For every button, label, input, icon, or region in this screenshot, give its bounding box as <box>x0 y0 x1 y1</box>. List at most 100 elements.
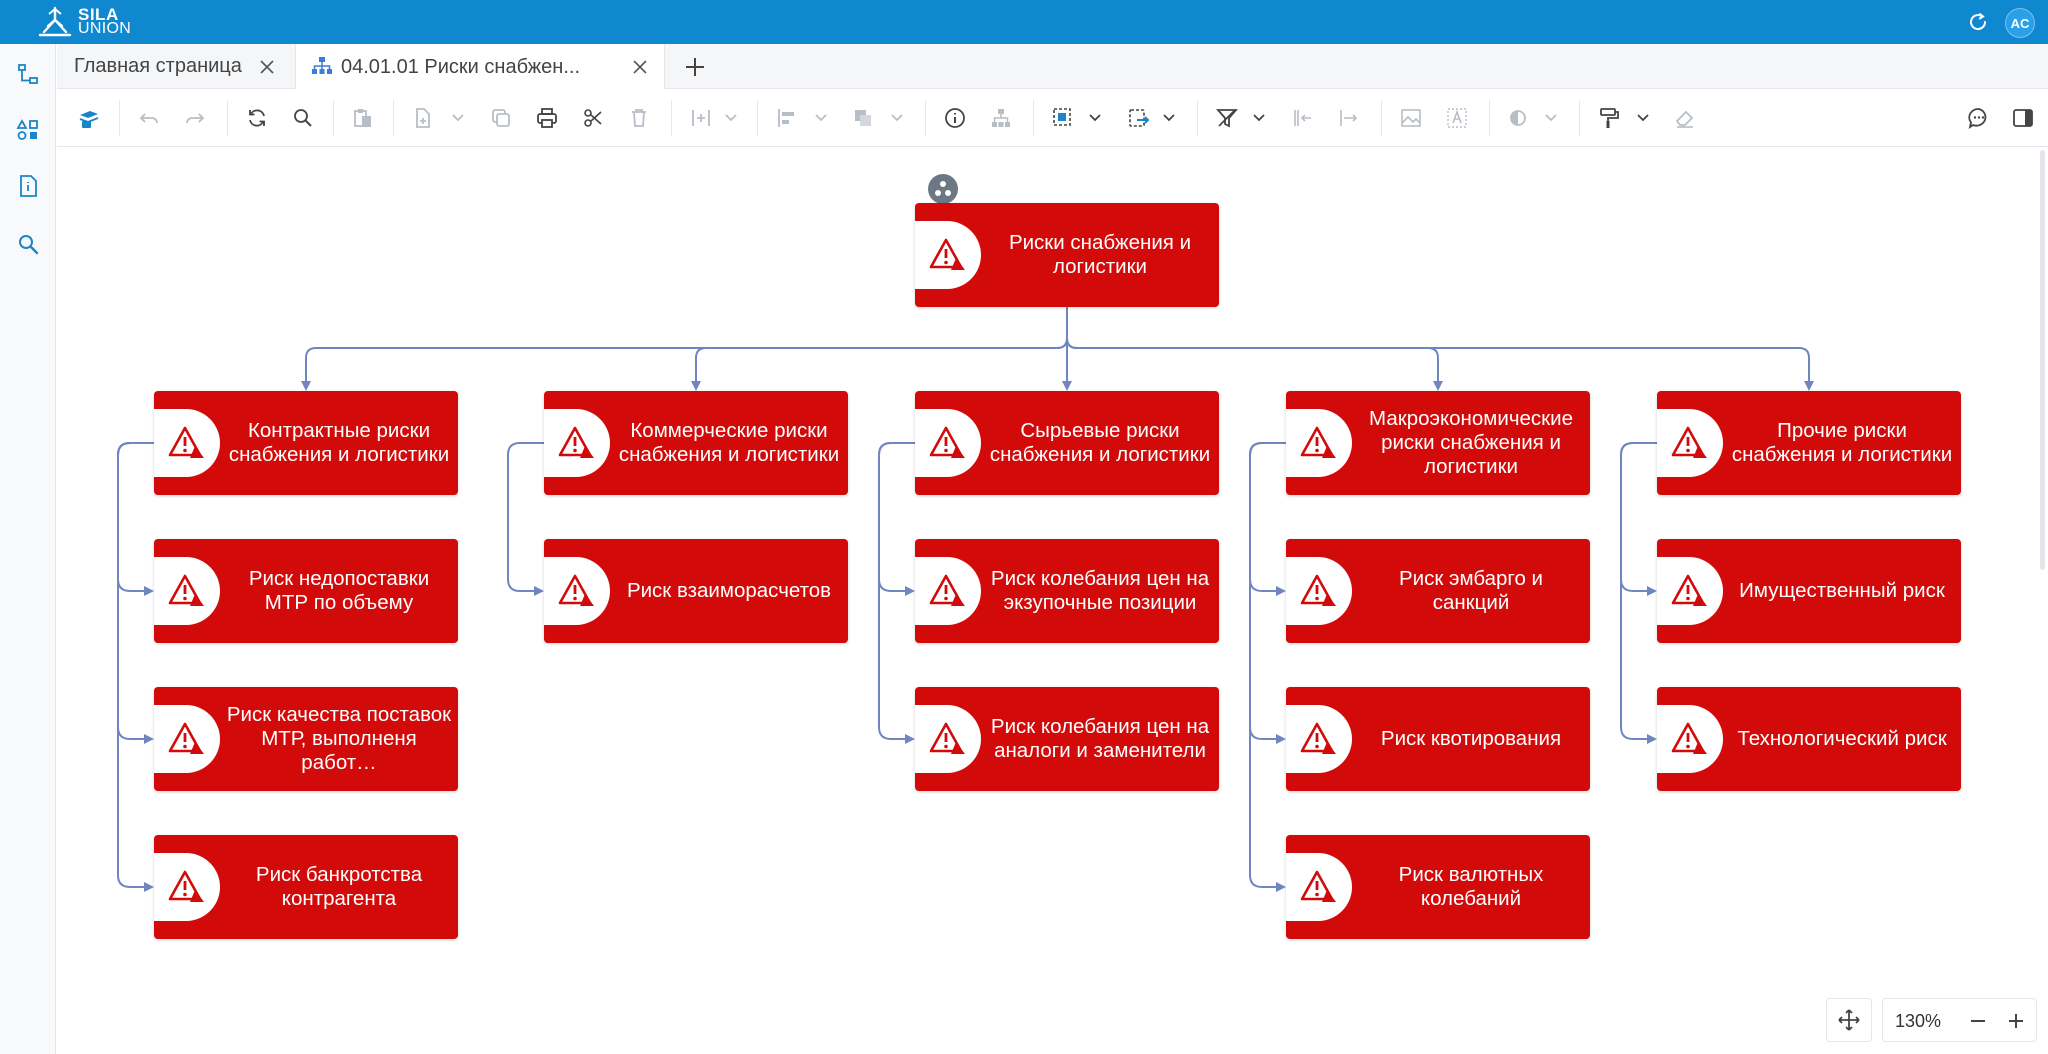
chevron-down-icon[interactable] <box>1161 109 1177 125</box>
eraser-icon[interactable] <box>1671 104 1699 132</box>
chevron-down-icon[interactable] <box>1087 109 1103 125</box>
shapes-icon[interactable] <box>14 116 42 144</box>
close-icon[interactable] <box>257 57 277 77</box>
shape-style-icon[interactable] <box>1505 104 1533 132</box>
risk-node[interactable]: Риск эмбарго и санкций <box>1286 539 1590 643</box>
risk-warning-icon <box>544 557 610 625</box>
export-icon[interactable] <box>1125 104 1153 132</box>
user-avatar[interactable]: AC <box>2005 8 2035 38</box>
filter-icon[interactable] <box>1213 104 1241 132</box>
chevron-down-icon[interactable] <box>1251 109 1267 125</box>
risk-warning-icon <box>1286 557 1352 625</box>
risk-warning-icon <box>915 557 981 625</box>
sila-union-logo[interactable]: SILA UNION <box>36 6 131 38</box>
pan-move-button[interactable] <box>1826 998 1872 1042</box>
risk-node[interactable]: Риск недопоставки МТР по объему <box>154 539 458 643</box>
hierarchy-icon[interactable] <box>987 104 1015 132</box>
risk-node[interactable]: Имущественный риск <box>1657 539 1961 643</box>
node-label: Риск эмбарго и санкций <box>1398 567 1543 614</box>
collapse-left-icon[interactable] <box>1289 104 1317 132</box>
risk-node[interactable]: Риск банкротства контрагента <box>154 835 458 939</box>
category-node[interactable]: Прочие риски снабжения и логистики <box>1657 391 1961 495</box>
risk-node[interactable]: Риск колебания цен на аналоги и замените… <box>915 687 1219 791</box>
risk-node[interactable]: Риск качества поставок МТР, выполненя ра… <box>154 687 458 791</box>
chevron-down-icon[interactable] <box>723 109 739 125</box>
risk-node[interactable]: Риск взаиморасчетов <box>544 539 848 643</box>
chevron-down-icon[interactable] <box>450 109 466 125</box>
risk-warning-icon <box>544 409 610 477</box>
redo-icon[interactable] <box>181 104 209 132</box>
risk-warning-icon <box>154 853 220 921</box>
close-icon[interactable] <box>630 57 650 77</box>
format-painter-icon[interactable] <box>1595 104 1623 132</box>
comments-icon[interactable] <box>1965 104 1993 132</box>
delete-icon[interactable] <box>625 104 653 132</box>
zoom-in-button[interactable] <box>2005 1010 2027 1032</box>
document-info-icon[interactable] <box>14 172 42 200</box>
left-rail <box>0 44 56 1054</box>
node-label: Риск недопоставки МТР по объему <box>248 567 430 614</box>
insert-column-icon[interactable] <box>687 104 715 132</box>
align-left-icon[interactable] <box>773 104 801 132</box>
risk-warning-icon <box>1657 705 1723 773</box>
search-icon[interactable] <box>14 230 42 258</box>
info-icon[interactable] <box>941 104 969 132</box>
sync-status-icon[interactable] <box>1966 10 1990 34</box>
risk-warning-icon <box>154 409 220 477</box>
logo-mark-icon <box>38 6 72 37</box>
move-arrows-icon <box>1838 1009 1860 1031</box>
select-area-icon[interactable] <box>1049 104 1077 132</box>
risk-warning-icon <box>1286 705 1352 773</box>
node-label: Риск квотирования <box>1380 727 1562 750</box>
category-node[interactable]: Макроэкономические риски снабжения и лог… <box>1286 391 1590 495</box>
risk-node[interactable]: Технологический риск <box>1657 687 1961 791</box>
undo-icon[interactable] <box>135 104 163 132</box>
text-frame-icon[interactable] <box>1443 104 1471 132</box>
category-node[interactable]: Контрактные риски снабжения и логистики <box>154 391 458 495</box>
search-icon[interactable] <box>289 104 317 132</box>
risk-node[interactable]: Риск колебания цен на экзупочные позиции <box>915 539 1219 643</box>
new-element-icon[interactable] <box>409 104 437 132</box>
vertical-scrollbar[interactable] <box>2040 150 2045 570</box>
expand-right-icon[interactable] <box>1335 104 1363 132</box>
node-label: Риск качества поставок МТР, выполненя ра… <box>226 703 452 774</box>
chevron-down-icon[interactable] <box>889 109 905 125</box>
node-label: Риски снабжения и логистики <box>1008 231 1192 278</box>
logo-text-union: UNION <box>78 20 132 37</box>
category-node[interactable]: Сырьевые риски снабжения и логистики <box>915 391 1219 495</box>
risk-warning-icon <box>1657 409 1723 477</box>
sidebar-toggle-icon[interactable] <box>2009 104 2037 132</box>
refresh-icon[interactable] <box>243 104 271 132</box>
risk-node[interactable]: Риск квотирования <box>1286 687 1590 791</box>
arrange-icon[interactable] <box>849 104 877 132</box>
document-tabs: Главная страница 04.01.01 Риски снабжен.… <box>57 44 2048 90</box>
node-label: Контрактные риски снабжения и логистики <box>228 419 450 466</box>
add-tab-button[interactable] <box>681 53 709 81</box>
risk-warning-icon <box>154 705 220 773</box>
risk-warning-icon <box>1657 557 1723 625</box>
image-icon[interactable] <box>1397 104 1425 132</box>
diagram-tree-icon <box>312 57 332 81</box>
tab-home[interactable]: Главная страница <box>57 44 295 89</box>
tree-view-icon[interactable] <box>14 60 42 88</box>
node-label: Риск колебания цен на экзупочные позиции <box>990 567 1210 614</box>
risk-node[interactable]: Риск валютных колебаний <box>1286 835 1590 939</box>
zoom-out-button[interactable] <box>1967 1010 1989 1032</box>
copy-icon[interactable] <box>487 104 515 132</box>
clipboard-icon[interactable] <box>349 104 377 132</box>
risk-warning-icon <box>915 221 981 289</box>
root-node[interactable]: Риски снабжения и логистики <box>915 203 1219 307</box>
category-node[interactable]: Коммерческие риски снабжения и логистики <box>544 391 848 495</box>
node-label: Риск банкротства контрагента <box>255 863 423 910</box>
tab-diagram[interactable]: 04.01.01 Риски снабжен... <box>295 44 665 90</box>
zoom-level: 130% <box>1895 1011 1942 1031</box>
print-icon[interactable] <box>533 104 561 132</box>
risk-warning-icon <box>1286 853 1352 921</box>
chevron-down-icon[interactable] <box>1635 109 1651 125</box>
cut-icon[interactable] <box>579 104 607 132</box>
layers-lock-icon[interactable] <box>75 104 103 132</box>
chevron-down-icon[interactable] <box>1543 109 1559 125</box>
hierarchy-root-icon[interactable] <box>928 174 958 204</box>
risk-warning-icon <box>154 557 220 625</box>
chevron-down-icon[interactable] <box>813 109 829 125</box>
